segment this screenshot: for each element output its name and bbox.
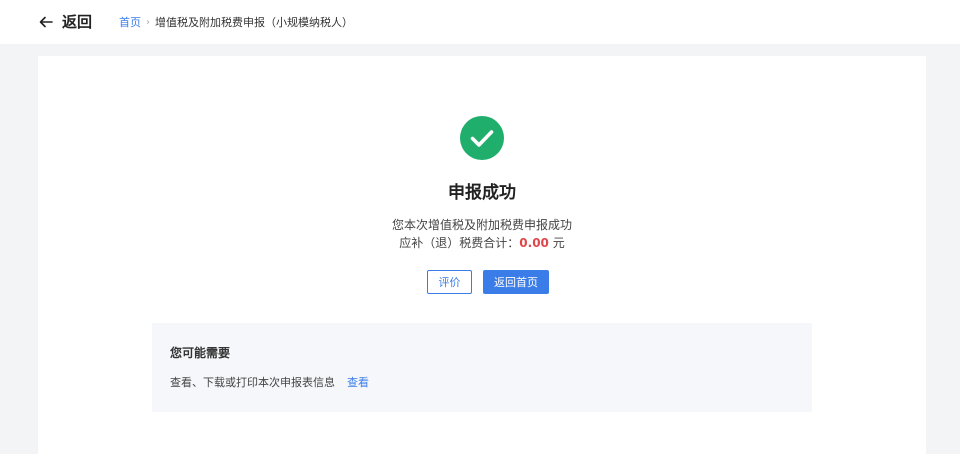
- suggestions-title: 您可能需要: [170, 346, 231, 360]
- breadcrumb: 首页 › 增值税及附加税费申报（小规模纳税人）: [119, 14, 353, 30]
- suggestions-text: 查看、下载或打印本次申报表信息: [170, 376, 335, 389]
- result-card: 申报成功 您本次增值税及附加税费申报成功 应补（退）税费合计：0.00 元 评价…: [38, 56, 926, 454]
- total-line: 应补（退）税费合计：0.00 元: [38, 234, 926, 251]
- breadcrumb-current: 增值税及附加税费申报（小规模纳税人）: [155, 16, 353, 29]
- view-link[interactable]: 查看: [347, 374, 369, 390]
- result-title: 申报成功: [448, 183, 516, 203]
- evaluate-button[interactable]: 评价: [427, 270, 472, 294]
- arrow-left-icon: [39, 16, 53, 27]
- top-bar: 返回 首页 › 增值税及附加税费申报（小规模纳税人）: [0, 0, 960, 44]
- breadcrumb-home-link[interactable]: 首页: [119, 14, 141, 30]
- return-home-button[interactable]: 返回首页: [483, 270, 549, 294]
- breadcrumb-separator: ›: [146, 16, 150, 28]
- back-label: 返回: [62, 13, 93, 31]
- suggestions-row: 查看、下载或打印本次申报表信息 查看: [170, 374, 369, 390]
- check-circle-icon: [460, 116, 504, 160]
- suggestions-panel: 您可能需要 查看、下载或打印本次申报表信息 查看: [152, 323, 812, 412]
- total-amount: 0.00: [519, 236, 549, 250]
- total-unit: 元: [548, 236, 565, 250]
- result-description: 您本次增值税及附加税费申报成功: [391, 218, 572, 232]
- back-button[interactable]: 返回: [38, 11, 92, 32]
- total-label: 应补（退）税费合计：: [399, 236, 520, 250]
